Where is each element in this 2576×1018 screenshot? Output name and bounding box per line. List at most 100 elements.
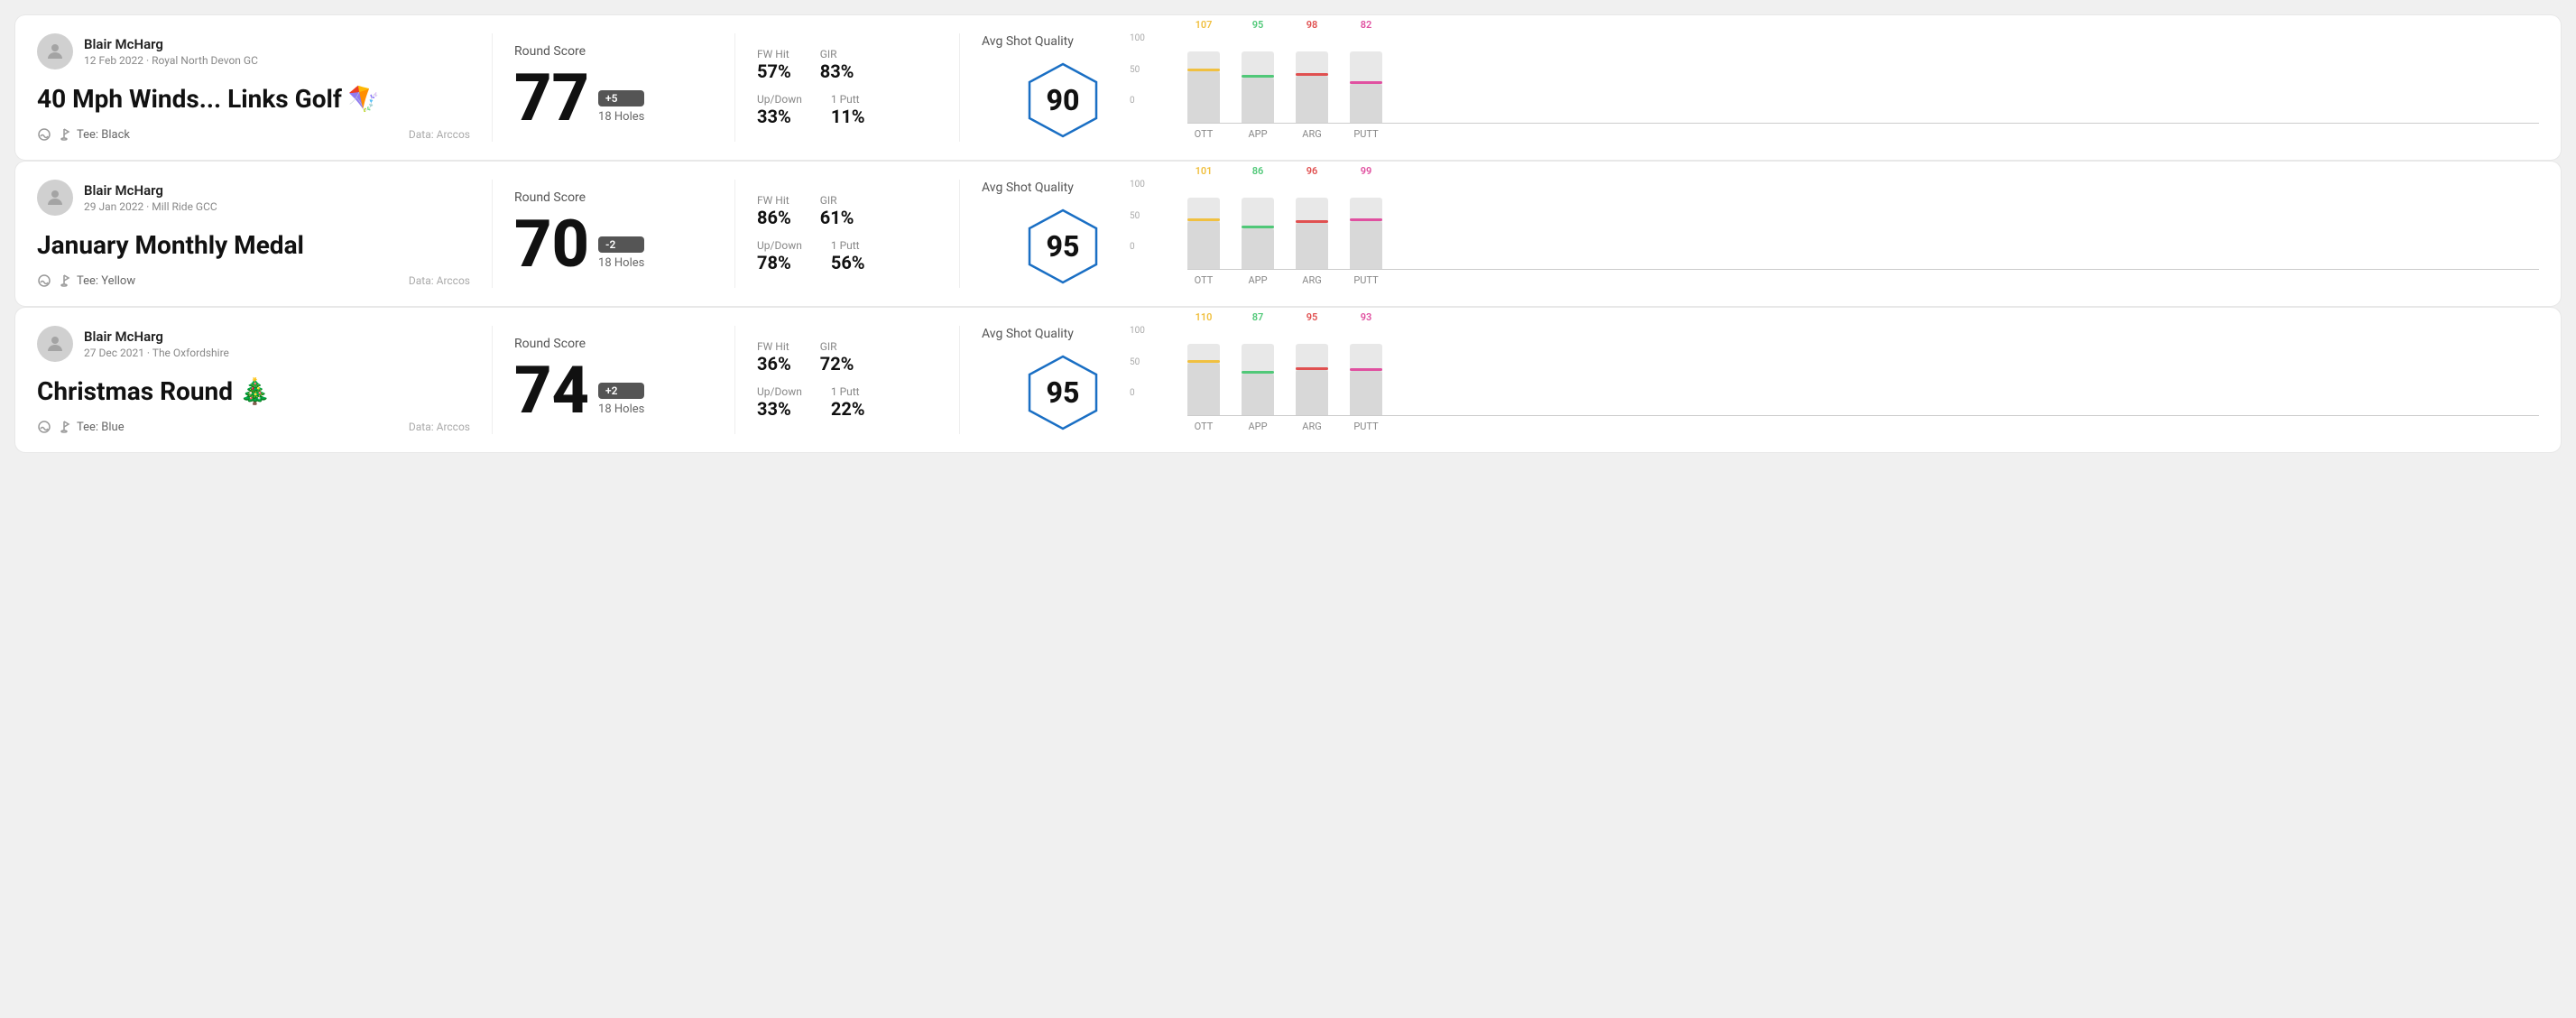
bar-wrapper xyxy=(1296,51,1328,124)
bar-x-label: PUTT xyxy=(1353,274,1378,286)
user-date-course: 12 Feb 2022 · Royal North Devon GC xyxy=(84,54,258,67)
bar-top-label: 96 xyxy=(1306,165,1318,177)
fw-hit-stat: FW Hit57% xyxy=(757,48,791,82)
round-card: Blair McHarg12 Feb 2022 · Royal North De… xyxy=(14,14,2562,161)
oneputt-label: 1 Putt xyxy=(831,239,865,252)
avatar xyxy=(37,180,73,216)
quality-section: Avg Shot Quality 95 xyxy=(982,180,1144,288)
bar-marker xyxy=(1296,220,1328,223)
score-holes: 18 Holes xyxy=(598,110,644,124)
user-name: Blair McHarg xyxy=(84,182,217,199)
divider xyxy=(492,33,493,142)
round-card: Blair McHarg27 Dec 2021 · The Oxfordshir… xyxy=(14,307,2562,453)
updown-stat: Up/Down33% xyxy=(757,385,802,420)
oneputt-value: 11% xyxy=(831,106,865,127)
score-section: Round Score77+518 Holes xyxy=(514,33,713,142)
y-label-50: 50 xyxy=(1130,211,1145,221)
data-source: Data: Arccos xyxy=(409,128,470,141)
oneputt-label: 1 Putt xyxy=(831,93,865,106)
y-label-50: 50 xyxy=(1130,357,1145,367)
score-section: Round Score70-218 Holes xyxy=(514,180,713,288)
round-left-section: Blair McHarg12 Feb 2022 · Royal North De… xyxy=(37,33,470,142)
bar-top-label: 82 xyxy=(1361,19,1372,31)
bar-x-label: PUTT xyxy=(1353,128,1378,140)
updown-stat: Up/Down33% xyxy=(757,93,802,127)
round-title: Christmas Round 🎄 xyxy=(37,376,470,406)
divider xyxy=(959,33,960,142)
tee-left: Tee: Blue xyxy=(37,420,125,434)
bar-x-label: ARG xyxy=(1302,128,1321,140)
bar-top-label: 110 xyxy=(1196,311,1213,323)
score-detail: +518 Holes xyxy=(598,90,644,131)
divider xyxy=(734,33,735,142)
user-info: Blair McHarg29 Jan 2022 · Mill Ride GCC xyxy=(37,180,470,216)
score-badge: -2 xyxy=(598,236,644,253)
divider xyxy=(734,180,735,288)
bar-marker xyxy=(1187,218,1220,221)
bar-col: 107OTT xyxy=(1187,33,1220,124)
gir-label: GIR xyxy=(820,340,854,353)
bar-x-label: APP xyxy=(1248,128,1267,140)
bar-marker xyxy=(1242,226,1274,228)
tee-left: Tee: Yellow xyxy=(37,273,135,288)
bar-top-label: 93 xyxy=(1361,311,1372,323)
bar-fill xyxy=(1242,374,1274,416)
bar-fill xyxy=(1187,363,1220,416)
chart-outer: 100 50 0 110OTT87APP95ARG93PUTT xyxy=(1159,326,2539,434)
score-label: Round Score xyxy=(514,44,713,59)
avatar xyxy=(37,33,73,69)
quality-section: Avg Shot Quality 95 xyxy=(982,326,1144,434)
y-label-0: 0 xyxy=(1130,242,1145,252)
tee-label: Tee: Black xyxy=(77,128,130,142)
y-label-100: 100 xyxy=(1130,326,1145,336)
bar-top-label: 87 xyxy=(1252,311,1264,323)
fw-hit-stat: FW Hit36% xyxy=(757,340,791,375)
stat-row-bottom: Up/Down78%1 Putt56% xyxy=(757,239,937,273)
divider xyxy=(492,180,493,288)
gir-stat: GIR83% xyxy=(820,48,854,82)
bar-x-label: APP xyxy=(1248,421,1267,432)
y-label-100: 100 xyxy=(1130,33,1145,43)
user-details: Blair McHarg12 Feb 2022 · Royal North De… xyxy=(84,36,258,67)
bar-marker xyxy=(1296,367,1328,370)
updown-value: 33% xyxy=(757,398,802,420)
tee-label: Tee: Yellow xyxy=(77,274,135,288)
stats-section: FW Hit86%GIR61%Up/Down78%1 Putt56% xyxy=(757,180,937,288)
gir-label: GIR xyxy=(820,194,854,207)
gir-stat: GIR72% xyxy=(820,340,854,375)
user-info: Blair McHarg12 Feb 2022 · Royal North De… xyxy=(37,33,470,69)
bar-marker xyxy=(1350,81,1382,84)
bar-x-label: OTT xyxy=(1195,421,1214,432)
bar-fill xyxy=(1187,221,1220,270)
bar-wrapper xyxy=(1187,198,1220,270)
tee-left: Tee: Black xyxy=(37,127,130,142)
y-label-0: 0 xyxy=(1130,96,1145,106)
divider xyxy=(959,180,960,288)
tee-info: Tee: Yellow Data: Arccos xyxy=(37,273,470,288)
bar-wrapper xyxy=(1296,344,1328,416)
oneputt-stat: 1 Putt22% xyxy=(831,385,865,420)
bar-col: 98ARG xyxy=(1296,33,1328,124)
data-source: Data: Arccos xyxy=(409,274,470,287)
divider xyxy=(959,326,960,434)
quality-label: Avg Shot Quality xyxy=(982,327,1074,341)
stat-row-top: FW Hit57% GIR83% xyxy=(757,48,937,82)
bar-col: 95APP xyxy=(1242,33,1274,124)
score-number: 70 xyxy=(514,212,589,277)
bar-marker xyxy=(1242,75,1274,78)
bar-chart: 101OTT86APP96ARG99PUTT xyxy=(1187,180,2539,288)
chart-section: 100 50 0 110OTT87APP95ARG93PUTT xyxy=(1144,326,2539,434)
data-source: Data: Arccos xyxy=(409,421,470,433)
chart-section: 100 50 0 101OTT86APP96ARG99PUTT xyxy=(1144,180,2539,288)
bar-x-label: OTT xyxy=(1195,128,1214,140)
weather-icon xyxy=(37,127,51,142)
divider xyxy=(734,326,735,434)
avatar xyxy=(37,326,73,362)
bar-marker xyxy=(1296,73,1328,76)
bar-col: 93PUTT xyxy=(1350,326,1382,416)
bar-top-label: 107 xyxy=(1196,19,1213,31)
bar-marker xyxy=(1187,360,1220,363)
score-detail: +218 Holes xyxy=(598,383,644,423)
divider xyxy=(492,326,493,434)
fw-hit-value: 36% xyxy=(757,353,791,375)
